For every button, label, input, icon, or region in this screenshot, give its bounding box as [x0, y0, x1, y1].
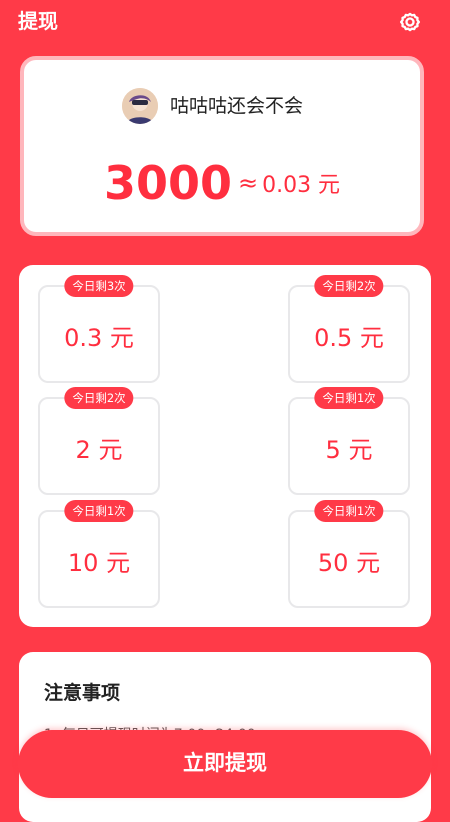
- page-title: 提现: [18, 9, 58, 33]
- remaining-badge: 今日剩1次: [64, 500, 134, 522]
- gear-icon[interactable]: [396, 8, 424, 36]
- remaining-badge: 今日剩1次: [314, 387, 384, 409]
- coin-balance: 3000: [103, 156, 232, 210]
- remaining-badge: 今日剩2次: [64, 387, 134, 409]
- notes-title: 注意事项: [44, 682, 121, 704]
- withdraw-option-2[interactable]: 今日剩2次 2 元: [38, 387, 160, 495]
- withdraw-option-0-5[interactable]: 今日剩2次 0.5 元: [288, 275, 410, 383]
- remaining-badge: 今日剩3次: [64, 275, 134, 297]
- option-amount: 10 元: [67, 549, 131, 577]
- option-amount: 0.3 元: [64, 324, 134, 352]
- avatar: [122, 88, 158, 124]
- remaining-badge: 今日剩1次: [314, 500, 384, 522]
- option-amount: 2 元: [75, 436, 123, 464]
- withdraw-option-0-3[interactable]: 今日剩3次 0.3 元: [38, 275, 160, 383]
- withdraw-button[interactable]: 立即提现: [18, 730, 432, 798]
- option-amount: 0.5 元: [314, 324, 384, 352]
- cash-equivalent: 0.03 元: [262, 173, 341, 198]
- option-amount: 50 元: [317, 549, 381, 577]
- username: 咕咕咕还会不会: [170, 95, 304, 117]
- approx-symbol: ≈: [237, 169, 259, 197]
- withdraw-options-card: 今日剩3次 0.3 元 今日剩2次 0.5 元 今日剩2次 2 元 今日剩1次 …: [19, 265, 431, 627]
- header-bar: 提现: [0, 0, 450, 44]
- withdraw-option-10[interactable]: 今日剩1次 10 元: [38, 500, 160, 608]
- remaining-badge: 今日剩2次: [314, 275, 384, 297]
- withdraw-option-50[interactable]: 今日剩1次 50 元: [288, 500, 410, 608]
- option-amount: 5 元: [325, 436, 373, 464]
- balance-row: 3000 ≈0.03 元: [24, 156, 420, 210]
- withdraw-option-5[interactable]: 今日剩1次 5 元: [288, 387, 410, 495]
- user-balance-card: 咕咕咕还会不会 3000 ≈0.03 元: [20, 56, 424, 236]
